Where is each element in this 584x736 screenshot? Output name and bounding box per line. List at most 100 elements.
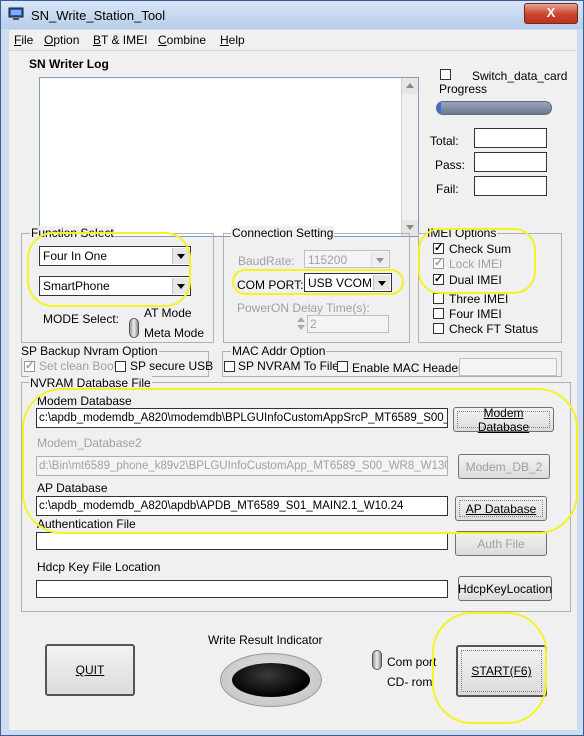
menu-option[interactable]: Option [44, 33, 79, 47]
auth-file-button[interactable]: Auth File [455, 531, 547, 556]
log-scrollbar[interactable] [401, 78, 418, 236]
progress-bar [436, 101, 552, 115]
menu-file[interactable]: File [14, 33, 33, 47]
cd-rom-option-label: CD- rom [387, 675, 433, 689]
pass-label: Pass: [435, 158, 466, 172]
window-title: SN_Write_Station_Tool [31, 8, 166, 23]
poweron-delay-label: PowerON Delay Time(s): [237, 301, 370, 315]
close-icon: X [546, 5, 556, 20]
function-select-value: Four In One [43, 249, 108, 263]
client-area: File Option BT & IMEI Combine Help SN Wr… [9, 30, 578, 730]
com-port-value: USB VCOM [308, 276, 373, 290]
hdcp-key-path[interactable] [36, 580, 448, 598]
menu-combine[interactable]: Combine [158, 33, 206, 47]
baudrate-combo[interactable]: 115200 [304, 250, 390, 268]
imei-option-checkbox[interactable] [433, 323, 444, 334]
imei-option-checkbox[interactable]: ✓ [433, 274, 444, 285]
indicator-lamp [232, 663, 310, 697]
progress-label: Progress [439, 82, 488, 96]
poweron-delay-field[interactable]: 2 [307, 315, 389, 333]
log-textarea[interactable] [39, 77, 419, 237]
function-select-title: Function Select [30, 226, 115, 240]
switch-data-card-checkbox[interactable] [440, 69, 451, 80]
set-clean-boot-label: Set clean Boot [39, 359, 118, 373]
imei-option-checkbox[interactable]: ✓ [433, 258, 444, 269]
spin-up-icon[interactable] [297, 317, 305, 322]
nvram-database-title: NVRAM Database File [29, 376, 152, 390]
imei-option-label: Three IMEI [449, 292, 509, 306]
hdcp-key-location-button[interactable]: HdcpKeyLocation [458, 576, 552, 601]
function-select-combo[interactable]: Four In One [39, 246, 191, 266]
imei-option-label: Four IMEI [449, 307, 502, 321]
application-window: SN_Write_Station_Tool X File Option BT &… [0, 0, 584, 736]
write-result-indicator [220, 653, 322, 707]
ap-database-button[interactable]: AP Database [455, 496, 547, 521]
title-bar[interactable]: SN_Write_Station_Tool X [1, 1, 583, 29]
poweron-delay-spinner[interactable] [296, 316, 306, 332]
sp-nvram-to-file-label: SP NVRAM To File [238, 359, 339, 373]
mode-toggle-switch[interactable] [129, 318, 139, 338]
connection-setting-title: Connection Setting [231, 226, 335, 240]
sp-secure-usb-label: SP secure USB [130, 359, 214, 373]
modem-database2-label: Modem_Database2 [37, 436, 142, 450]
meta-mode-label: Meta Mode [144, 326, 205, 340]
spin-down-icon[interactable] [297, 325, 305, 330]
modem-database-path[interactable]: c:\apdb_modemdb_A820\modemdb\BPLGUInfoCu… [36, 408, 448, 428]
baudrate-label: BaudRate: [238, 254, 295, 268]
menu-bar: File Option BT & IMEI Combine Help [9, 30, 577, 51]
auth-file-label: Authentication File [37, 517, 136, 531]
imei-option-label: Check Sum [449, 242, 512, 256]
enable-mac-header-checkbox[interactable] [337, 361, 348, 372]
modem-db2-button[interactable]: Modem_DB_2 [458, 454, 550, 479]
total-field [474, 128, 547, 148]
target-select-combo[interactable]: SmartPhone [39, 276, 191, 296]
chevron-down-icon[interactable] [371, 252, 388, 266]
menu-bt-imei[interactable]: BT & IMEI [93, 33, 147, 47]
sp-secure-usb-checkbox[interactable] [115, 361, 126, 372]
mode-select-label: MODE Select: [43, 312, 120, 326]
mac-addr-title: MAC Addr Option [231, 344, 327, 358]
menu-help[interactable]: Help [220, 33, 245, 47]
set-clean-boot-checkbox[interactable]: ✓ [24, 361, 35, 372]
modem-database2-path[interactable]: d:\Bin\mt6589_phone_k89v2\BPLGUInfoCusto… [36, 456, 448, 476]
mac-header-field[interactable] [459, 358, 557, 376]
at-mode-label: AT Mode [144, 306, 192, 320]
modem-database-label: Modem Database [37, 394, 132, 408]
hdcp-key-label: Hdcp Key File Location [37, 560, 161, 574]
target-select-value: SmartPhone [43, 279, 110, 293]
com-port-label: COM PORT: [237, 278, 304, 292]
chevron-down-icon[interactable] [172, 278, 189, 294]
sp-backup-title: SP Backup Nvram Option [20, 344, 159, 358]
fail-label: Fail: [436, 182, 459, 196]
com-port-option-label: Com port [387, 655, 437, 669]
write-result-indicator-label: Write Result Indicator [208, 633, 323, 647]
app-icon [8, 7, 24, 20]
scroll-up-icon[interactable] [402, 78, 418, 94]
ap-database-label: AP Database [37, 481, 108, 495]
chevron-down-icon[interactable] [373, 275, 390, 290]
sp-nvram-to-file-checkbox[interactable] [224, 361, 235, 372]
imei-option-label: Dual IMEI [449, 273, 502, 287]
baudrate-value: 115200 [308, 253, 348, 267]
auth-file-path[interactable] [36, 532, 448, 550]
modem-database-button[interactable]: Modem Database [453, 406, 554, 434]
imei-option-label: Lock IMEI [449, 257, 503, 271]
fail-field [474, 176, 547, 196]
close-button[interactable]: X [524, 3, 578, 24]
progress-fill [437, 102, 441, 114]
imei-option-checkbox[interactable] [433, 293, 444, 304]
ap-database-path[interactable]: c:\apdb_modemdb_A820\apdb\APDB_MT6589_S0… [36, 496, 448, 516]
start-button[interactable]: START(F6) [456, 645, 547, 697]
log-label: SN Writer Log [29, 57, 109, 71]
chevron-down-icon[interactable] [172, 248, 189, 264]
imei-option-checkbox[interactable] [433, 308, 444, 319]
imei-option-checkbox[interactable]: ✓ [433, 243, 444, 254]
com-port-combo[interactable]: USB VCOM [304, 273, 392, 292]
quit-button[interactable]: QUIT [45, 644, 135, 696]
port-toggle-switch[interactable] [372, 650, 382, 670]
enable-mac-header-label: Enable MAC Header [352, 361, 463, 375]
poweron-delay-value: 2 [310, 317, 317, 331]
imei-option-label: Check FT Status [449, 322, 539, 336]
switch-data-card-label: Switch_data_card [472, 69, 568, 83]
total-label: Total: [430, 134, 459, 148]
